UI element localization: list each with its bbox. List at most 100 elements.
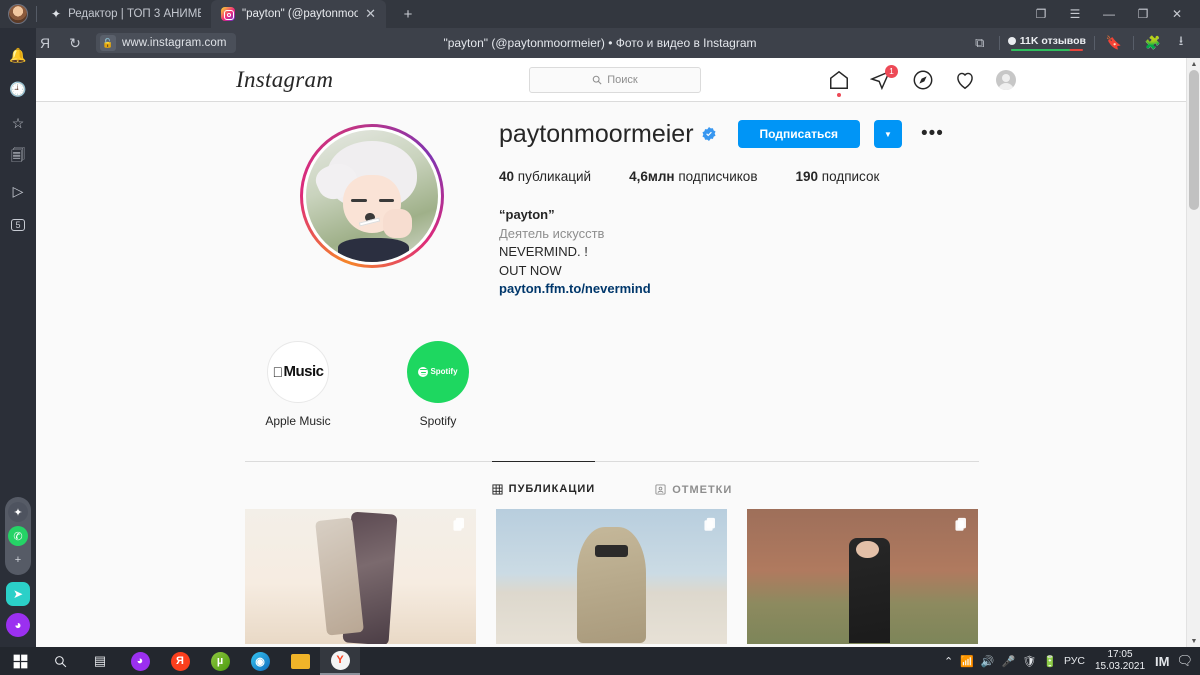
- stat-posts-value: 40: [499, 169, 515, 184]
- alisa-icon[interactable]: ◕: [6, 613, 30, 637]
- profile-link-buttons: Music Apple Music Spotify Spotify: [248, 340, 979, 428]
- username-row: paytonmoormeier Подписаться ▼ •••: [499, 119, 979, 149]
- minimize-button[interactable]: —: [1092, 0, 1126, 28]
- whatsapp-icon[interactable]: ✆: [8, 526, 28, 546]
- post-thumbnail-1[interactable]: [245, 508, 476, 644]
- divider: [1133, 36, 1134, 50]
- battery-icon[interactable]: 🔋: [1043, 655, 1057, 668]
- video-player-icon[interactable]: ▷: [3, 174, 33, 208]
- security-icon[interactable]: 🛡: [1022, 655, 1036, 668]
- scroll-down-icon[interactable]: ▼: [1187, 635, 1200, 647]
- profile-tabs: ПУБЛИКАЦИИ ОТМЕТКИ: [245, 460, 979, 504]
- link-spotify[interactable]: Spotify Spotify: [388, 340, 488, 428]
- activity-heart-icon[interactable]: [954, 69, 976, 91]
- taskbar-edge-icon[interactable]: ◉: [240, 647, 280, 675]
- taskbar-yandex-icon[interactable]: Я: [160, 647, 200, 675]
- profile-options-icon[interactable]: •••: [921, 124, 944, 143]
- clock-date: 15.03.2021: [1094, 661, 1146, 672]
- link-apple-music[interactable]: Music Apple Music: [248, 340, 348, 428]
- browser-tab-1[interactable]: ✦ Редактор | ТОП 3 АНИМЕ-: [41, 0, 211, 28]
- bell-icon[interactable]: 🔔: [3, 38, 33, 72]
- clock[interactable]: 17:05 15.03.2021: [1092, 649, 1148, 673]
- apple-music-icon: Music: [267, 340, 329, 403]
- tagged-person-icon: [655, 484, 666, 495]
- windows-taskbar: ▤ ◕ Я µ ◉ Y ⌃ 📶 🔊 🎤 🛡 🔋 РУС 17:05 15.03.…: [0, 647, 1200, 675]
- address-bar-actions: ⧉ 11K отзывов 🔖 🧩 ⭳: [967, 28, 1200, 58]
- post-thumbnail-2[interactable]: [496, 508, 727, 644]
- browser-sidebar: 🔔 🕘 ☆ 🗐 ▷ 5 ✦ ✆ + ➤ ◕: [0, 28, 36, 647]
- telegram-icon[interactable]: ➤: [6, 582, 30, 606]
- bookmark-icon[interactable]: 🔖: [1101, 28, 1127, 58]
- profile-avatar-icon[interactable]: [996, 70, 1016, 90]
- add-service-icon[interactable]: +: [8, 550, 28, 570]
- carousel-icon: [955, 517, 966, 531]
- browser-profile-button[interactable]: [0, 0, 36, 28]
- page-scrollbar[interactable]: ▲ ▼: [1186, 58, 1200, 647]
- clock-time: 17:05: [1107, 649, 1133, 660]
- post-thumbnail-3[interactable]: [747, 508, 978, 644]
- url-text: www.instagram.com: [122, 37, 227, 49]
- site-reviews-widget[interactable]: 11K отзывов: [1006, 35, 1088, 52]
- profile-header: paytonmoormeier Подписаться ▼ ••• 40 пуб…: [245, 119, 979, 299]
- search-icon[interactable]: [40, 647, 80, 675]
- bio-category: Деятель искусств: [499, 225, 605, 241]
- instagram-logo[interactable]: Instagram: [236, 67, 333, 93]
- sparkle-icon[interactable]: ✦: [8, 502, 28, 522]
- stat-following[interactable]: 190 подписок: [796, 169, 880, 184]
- browser-tab-2[interactable]: "payton" (@paytonmoo ✕: [211, 0, 386, 28]
- imo-icon[interactable]: IM: [1155, 654, 1169, 669]
- volume-icon[interactable]: 🔊: [981, 655, 995, 668]
- chevron-down-icon[interactable]: ▼: [874, 120, 902, 148]
- stat-followers[interactable]: 4,6млн подписчиков: [629, 169, 757, 184]
- instagram-header: Instagram Поиск 1: [36, 58, 1188, 102]
- story-ring[interactable]: [300, 124, 444, 268]
- tab-posts[interactable]: ПУБЛИКАЦИИ: [491, 460, 596, 503]
- extensions-puzzle-icon[interactable]: 🧩: [1140, 28, 1166, 58]
- bio-line-1: NEVERMIND. !: [499, 244, 588, 259]
- posts-grid: [245, 508, 979, 644]
- close-icon[interactable]: ✕: [365, 6, 376, 22]
- tray-chevron-icon[interactable]: ⌃: [944, 655, 953, 668]
- taskbar-yandex-browser-icon[interactable]: Y: [320, 647, 360, 675]
- scroll-up-icon[interactable]: ▲: [1187, 58, 1200, 70]
- messenger-group: ✦ ✆ +: [5, 497, 31, 575]
- collections-window-icon[interactable]: ❐: [1024, 0, 1058, 28]
- browser-profile-avatar: [8, 4, 28, 24]
- collections-icon[interactable]: 🗐: [3, 140, 33, 174]
- browser-menu-icon[interactable]: ☰: [1058, 0, 1092, 28]
- new-tab-button[interactable]: +: [394, 3, 422, 25]
- follow-button[interactable]: Подписаться: [737, 120, 860, 148]
- downloads-5-icon[interactable]: 5: [3, 208, 33, 242]
- history-clock-icon[interactable]: 🕘: [3, 72, 33, 106]
- profile-info-column: paytonmoormeier Подписаться ▼ ••• 40 пуб…: [499, 119, 979, 299]
- search-input[interactable]: Поиск: [529, 67, 701, 93]
- maximize-button[interactable]: ❐: [1126, 0, 1160, 28]
- wifi-icon[interactable]: 📶: [960, 655, 974, 668]
- home-active-dot: [837, 93, 841, 97]
- bookmarks-star-icon[interactable]: ☆: [3, 106, 33, 140]
- split-screen-icon[interactable]: ⧉: [967, 28, 993, 58]
- language-indicator[interactable]: РУС: [1064, 655, 1085, 667]
- downloads-icon[interactable]: ⭳: [1168, 28, 1194, 58]
- notifications-icon[interactable]: 🗨: [1176, 653, 1193, 669]
- tabs-divider: ПУБЛИКАЦИИ ОТМЕТКИ: [245, 460, 979, 504]
- home-icon[interactable]: [828, 69, 850, 97]
- url-input[interactable]: 🔓 www.instagram.com: [96, 33, 236, 53]
- unlocked-padlock-icon[interactable]: 🔓: [100, 35, 116, 51]
- stat-posts-label: публикаций: [517, 169, 592, 184]
- mic-muted-icon[interactable]: 🎤: [1002, 655, 1016, 668]
- taskbar-utorrent-icon[interactable]: µ: [200, 647, 240, 675]
- taskbar-file-explorer-icon[interactable]: [280, 647, 320, 675]
- comment-icon: [1007, 36, 1016, 45]
- explore-compass-icon[interactable]: [912, 69, 934, 91]
- task-view-icon[interactable]: ▤: [80, 647, 120, 675]
- reload-button[interactable]: ↻: [60, 28, 90, 58]
- windows-start-icon[interactable]: [0, 647, 40, 675]
- bio-link[interactable]: payton.ffm.to/nevermind: [499, 281, 651, 296]
- tab-tagged[interactable]: ОТМЕТКИ: [655, 462, 732, 504]
- close-window-button[interactable]: ✕: [1160, 0, 1194, 28]
- scrollbar-thumb[interactable]: [1189, 70, 1199, 210]
- taskbar-alisa-icon[interactable]: ◕: [120, 647, 160, 675]
- direct-messages-icon[interactable]: 1: [869, 65, 898, 91]
- apple-music-brand: Music: [278, 363, 324, 380]
